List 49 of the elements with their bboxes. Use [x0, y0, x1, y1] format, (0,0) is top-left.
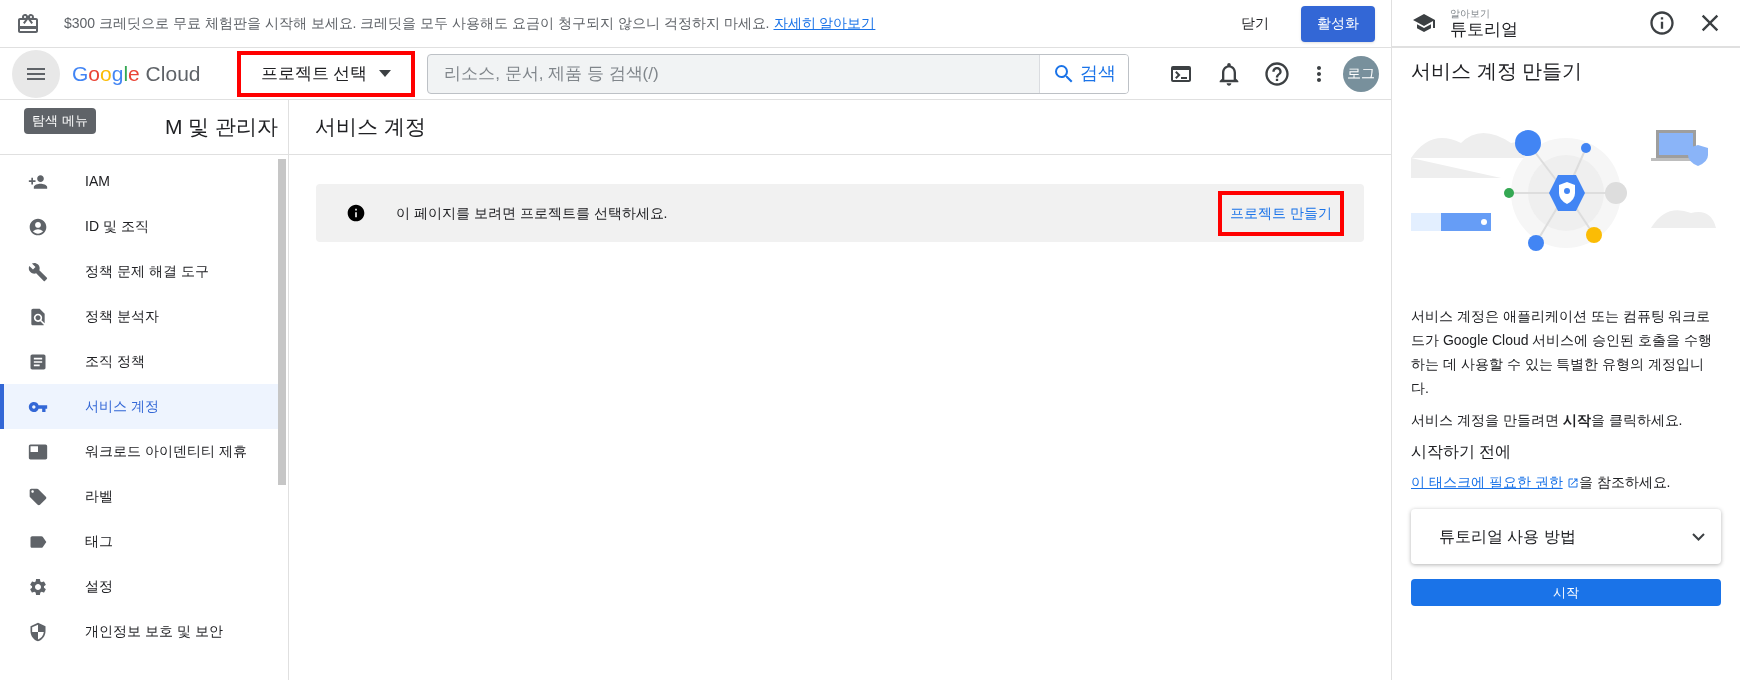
sidebar-item[interactable]: IAM	[0, 159, 278, 204]
scrollbar[interactable]	[278, 159, 286, 485]
gear-icon	[28, 576, 48, 597]
activate-button[interactable]: 활성화	[1301, 5, 1375, 42]
tutorial-subheading: 시작하기 전에	[1411, 442, 1513, 462]
sidebar-item[interactable]: 설정	[0, 564, 278, 609]
sidebar-item[interactable]: 라벨	[0, 474, 278, 519]
accordion-header[interactable]: 튜토리얼 사용 방법	[1411, 509, 1721, 564]
menu-button[interactable]	[12, 49, 60, 98]
chevron-down-icon	[1692, 532, 1705, 541]
notice-text: 이 페이지를 보려면 프로젝트를 선택하세요.	[396, 203, 668, 223]
create-project-link[interactable]: 프로젝트 만들기	[1218, 190, 1344, 236]
sidebar-item[interactable]: 서비스 계정	[0, 384, 278, 429]
search-button[interactable]: 검색	[1039, 54, 1129, 93]
page-title: 서비스 계정	[315, 114, 426, 141]
shield-icon	[28, 621, 48, 642]
learn-more-link[interactable]: 자세히 알아보기	[773, 13, 876, 34]
reference-sentence: 이 태스크에 필요한 권한 을 참조하세요.	[1411, 472, 1721, 493]
sidebar-title: M 및 관리자	[165, 114, 279, 141]
permissions-link[interactable]: 이 태스크에 필요한 권한	[1411, 472, 1563, 493]
tag-icon	[28, 486, 48, 507]
sidebar-item[interactable]: 조직 정책	[0, 339, 278, 384]
gift-icon	[16, 11, 40, 36]
sidebar-item[interactable]: 정책 분석자	[0, 294, 278, 339]
sidebar-item[interactable]: 태그	[0, 519, 278, 564]
sidebar-item[interactable]: 개인정보 보호 및 보안	[0, 609, 278, 654]
google-cloud-logo: Google Cloud	[72, 60, 201, 87]
sidebar-item[interactable]: 워크로드 아이덴티티 제휴	[0, 429, 278, 474]
dismiss-button[interactable]: 닫기	[1229, 5, 1281, 42]
tutorial-heading: 서비스 계정 만들기	[1411, 59, 1584, 84]
search-field[interactable]: 리소스, 문서, 제품 등 검색(/) 검색	[427, 53, 1130, 94]
project-picker[interactable]: 프로젝트 선택	[236, 50, 416, 97]
start-button[interactable]: 시작	[1411, 579, 1721, 606]
info-icon[interactable]	[1648, 9, 1676, 37]
help-icon[interactable]	[1263, 59, 1291, 88]
dropdown-caret-icon	[379, 70, 392, 77]
tutorial-paragraph: 서비스 계정은 애플리케이션 또는 컴퓨팅 워크로드가 Google Cloud 서비스에 승인된 호출을 수행하는 데 사용할 수 있는 특별한 유형의 계정입니다.	[1411, 307, 1714, 398]
tooltip: 탐색 메뉴	[24, 108, 96, 134]
tutorial-paragraph: 서비스 계정을 만들려면 시작을 클릭하세요.	[1411, 411, 1684, 430]
sidebar-item[interactable]: ID 및 조직	[0, 204, 278, 249]
document-search-icon	[28, 306, 48, 327]
panel-eyebrow: 알아보기	[1450, 8, 1491, 19]
panel-title: 튜토리얼	[1450, 20, 1518, 38]
wrench-icon	[28, 261, 48, 282]
info-icon	[346, 203, 366, 223]
sidebar-item[interactable]: 정책 문제 해결 도구	[0, 249, 278, 294]
banner-text: $300 크레딧으로 무료 체험판을 시작해 보세요. 크레딧을 모두 사용해도 요금이 청구되지 않으니 걱정하지 마세요.	[64, 14, 770, 33]
external-link-icon	[1566, 476, 1579, 489]
graduation-cap-icon	[1412, 11, 1436, 35]
